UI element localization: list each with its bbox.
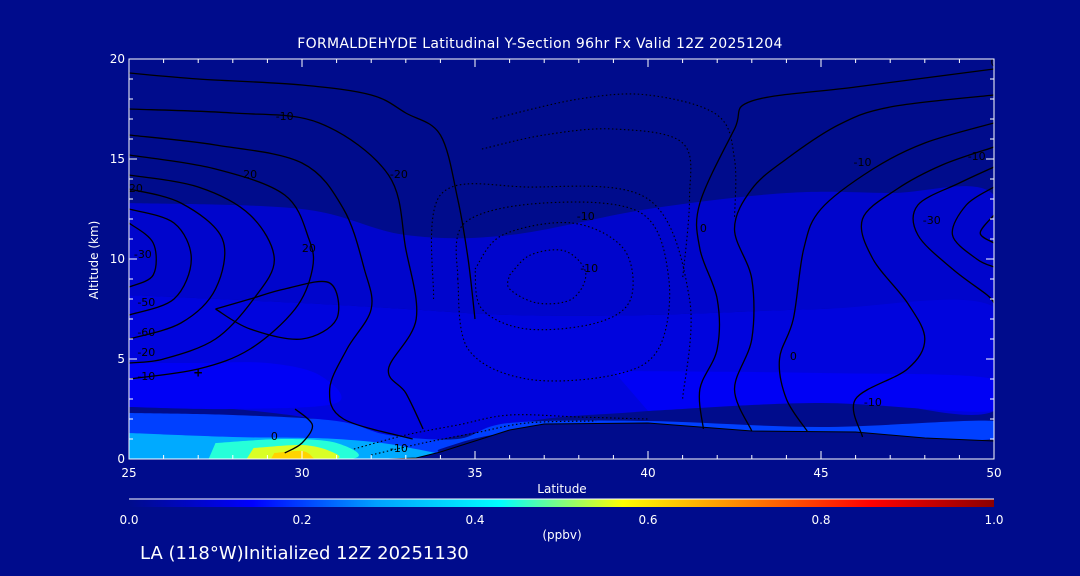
contour-label-11: -10 bbox=[390, 442, 408, 455]
contour-label-9: -10 bbox=[137, 370, 155, 383]
contour-label-18: 0 bbox=[700, 222, 707, 235]
contour-label-1: -20 bbox=[390, 168, 408, 181]
colorbar-tick-label-5: 1.0 bbox=[984, 513, 1003, 527]
contour-label-10: -10 bbox=[577, 210, 595, 223]
concentration-field bbox=[129, 186, 994, 459]
contour-label-19: 0 bbox=[790, 350, 797, 363]
contour-label-6: -50 bbox=[137, 296, 155, 309]
colorbar-tick-label-2: 0.4 bbox=[465, 513, 484, 527]
contour-label-7: -60 bbox=[137, 326, 155, 339]
field-region-0 bbox=[129, 186, 994, 316]
contour-label-3: 20 bbox=[129, 182, 143, 195]
contour-label-12: 0 bbox=[271, 430, 278, 443]
colorbar-tick-label-0: 0.0 bbox=[119, 513, 138, 527]
contour-label-16: -30 bbox=[923, 214, 941, 227]
y-tick-label-15: 15 bbox=[110, 152, 125, 166]
colorbar-tick-label-1: 0.2 bbox=[292, 513, 311, 527]
y-tick-label-10: 10 bbox=[110, 252, 125, 266]
x-tick-label-25: 25 bbox=[121, 466, 136, 480]
colorbar-tick-label-4: 0.8 bbox=[811, 513, 830, 527]
y-tick-label-20: 20 bbox=[110, 52, 125, 66]
x-tick-label-30: 30 bbox=[294, 466, 309, 480]
colorbar-gradient bbox=[129, 499, 994, 507]
colorbar-tick-label-3: 0.6 bbox=[638, 513, 657, 527]
y-tick-label-0: 0 bbox=[117, 452, 125, 466]
marker-0: + bbox=[193, 366, 203, 380]
cross-section-chart: -10 -20 20 20 -30 20 -50 -60 -20 -10 -10 -10 0 -10 0 -1… bbox=[110, 52, 1004, 527]
x-tick-label-40: 40 bbox=[640, 466, 655, 480]
markers: + bbox=[193, 366, 203, 380]
contour-label-2: 20 bbox=[243, 168, 257, 181]
x-tick-label-45: 45 bbox=[813, 466, 828, 480]
y-tick-label-5: 5 bbox=[117, 352, 125, 366]
contour-label-17: -10 bbox=[854, 156, 872, 169]
contour-label-20: -10 bbox=[864, 396, 882, 409]
colorbar: 0.0 0.2 0.4 0.6 0.8 1.0 bbox=[119, 498, 1004, 527]
contour-label-15: -10 bbox=[968, 150, 986, 163]
x-tick-label-50: 50 bbox=[986, 466, 1001, 480]
contour-label-0: -10 bbox=[276, 110, 294, 123]
contour-label-5: 20 bbox=[302, 242, 316, 255]
x-tick-label-35: 35 bbox=[467, 466, 482, 480]
contour-line-17 bbox=[492, 93, 737, 220]
field-region-3 bbox=[613, 371, 994, 412]
contour-label-8: -20 bbox=[137, 346, 155, 359]
contour-label-13: -10 bbox=[580, 262, 598, 275]
